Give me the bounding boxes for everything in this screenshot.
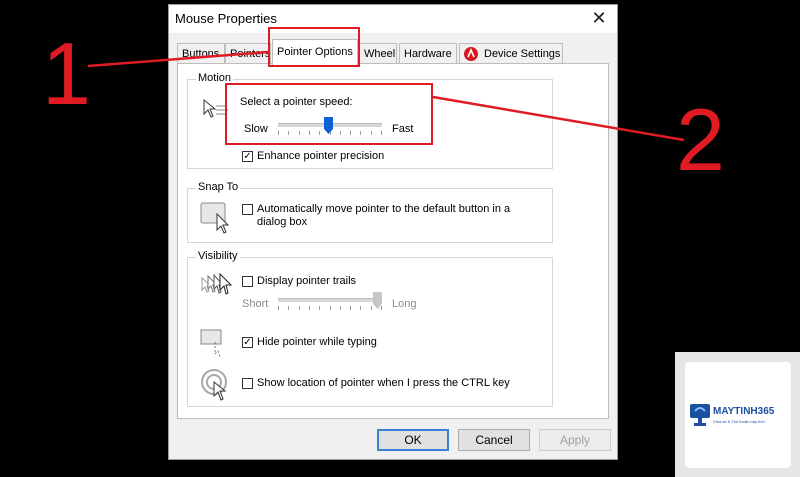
logo-tagline-text: Chia sẻ & Thủ thuật máy tính xyxy=(713,419,765,424)
monitor-logo-icon xyxy=(689,402,711,428)
tab-pointer-options[interactable]: Pointer Options xyxy=(272,39,358,65)
annotation-line-1 xyxy=(87,50,269,68)
logo-brand-text: MAYTINH365 xyxy=(713,406,775,417)
annotation-line-2 xyxy=(432,95,685,142)
logo-card: MAYTINH365 Chia sẻ & Thủ thuật máy tính xyxy=(685,362,791,468)
watermark-logo: MAYTINH365 Chia sẻ & Thủ thuật máy tính xyxy=(675,352,800,477)
